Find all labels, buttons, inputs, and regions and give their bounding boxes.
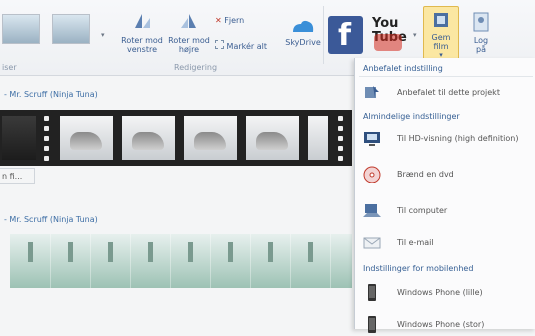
frame-content	[68, 242, 73, 262]
select-all-icon	[215, 40, 224, 49]
menu-item-label: Til e-mail	[397, 238, 434, 247]
menu-item-recommended[interactable]: Anbefalet til dette projekt	[363, 82, 533, 104]
save-movie-menu: Anbefalet indstilling Anbefalet til dett…	[354, 58, 535, 333]
sprocket-hole	[338, 146, 343, 151]
save-movie-button[interactable]: Gem film ▾	[423, 6, 459, 64]
film-icon	[434, 13, 448, 27]
hd-display-icon	[364, 132, 380, 146]
menu-item-windows-phone-large[interactable]: Windows Phone (stor)	[363, 314, 533, 336]
video-frame	[170, 234, 211, 288]
log-on-button[interactable]: Log på	[465, 6, 497, 54]
frame-content	[148, 242, 153, 262]
menu-item-label: Til computer	[397, 206, 448, 215]
facebook-button[interactable]: f	[328, 16, 363, 54]
menu-item-label: Windows Phone (lille)	[397, 288, 483, 297]
video-track-filmstrip[interactable]	[0, 110, 352, 166]
frame-content	[194, 132, 226, 150]
menu-item-windows-phone-small[interactable]: Windows Phone (lille)	[363, 282, 533, 304]
video-frame	[10, 234, 51, 288]
sprocket-hole	[338, 126, 343, 131]
left-group-label: iser	[2, 63, 17, 72]
sprocket-hole	[44, 126, 49, 131]
sprocket-hole	[44, 146, 49, 151]
dvd-disc-icon	[363, 166, 381, 183]
menu-item-label: Til HD-visning (high definition)	[397, 134, 519, 143]
track2-title: - Mr. Scruff (Ninja Tuna)	[4, 215, 98, 224]
menu-item-hd[interactable]: Til HD-visning (high definition)	[363, 128, 533, 150]
sprocket-hole	[338, 156, 343, 161]
track1-title: - Mr. Scruff (Ninja Tuna)	[4, 90, 98, 99]
video-frame	[50, 234, 91, 288]
frame-content	[256, 132, 288, 150]
video-frame	[290, 234, 331, 288]
sprocket-hole	[338, 116, 343, 121]
ribbon-separator	[323, 6, 324, 64]
menu-divider	[359, 76, 533, 77]
rotate-left-button[interactable]: Roter mod venstre	[118, 10, 166, 54]
skydrive-icon	[293, 20, 314, 32]
track1-caption-box	[0, 168, 35, 184]
sprocket-hole	[44, 116, 49, 121]
sprocket-hole	[44, 156, 49, 161]
rotate-right-label: Roter mod højre	[168, 36, 210, 54]
menu-item-label: Windows Phone (stor)	[397, 320, 485, 329]
theme-thumbnail-1[interactable]	[2, 14, 40, 44]
remove-icon: ✕	[215, 16, 222, 25]
remove-button[interactable]: ✕ Fjern	[215, 16, 244, 25]
menu-item-label: Anbefalet til dette projekt	[397, 88, 500, 97]
log-on-label: Log på	[473, 36, 489, 54]
rotate-left-label: Roter mod venstre	[121, 36, 163, 54]
phone-icon	[368, 284, 376, 301]
video-frame	[250, 234, 291, 288]
select-all-label: Markér alt	[226, 42, 268, 51]
mobile-header: Indstillinger for mobilenhed	[363, 264, 474, 273]
video-frame	[308, 116, 328, 160]
remove-label: Fjern	[224, 16, 245, 25]
video-track-2[interactable]	[10, 234, 352, 288]
frame-content	[132, 132, 164, 150]
sprocket-hole	[44, 136, 49, 141]
recommended-icon	[365, 86, 379, 98]
email-icon	[363, 237, 381, 249]
frame-content	[70, 132, 102, 150]
video-frame	[184, 116, 237, 160]
computer-icon	[363, 204, 381, 217]
rotate-right-button[interactable]: Roter mod højre	[166, 10, 212, 54]
youtube-red-box	[374, 34, 402, 51]
general-header: Almindelige indstillinger	[363, 112, 460, 121]
video-frame	[210, 234, 251, 288]
phone-icon	[368, 316, 376, 333]
frame-content	[228, 242, 233, 262]
recommended-header: Anbefalet indstilling	[363, 64, 443, 73]
user-icon	[473, 12, 489, 32]
menu-item-email[interactable]: Til e-mail	[363, 232, 533, 254]
sprocket-hole	[338, 136, 343, 141]
frame-content	[108, 242, 113, 262]
youtube-button[interactable]: You Tube	[371, 15, 407, 55]
frame-content	[188, 242, 193, 262]
frame-content	[308, 242, 313, 262]
video-frame	[122, 116, 175, 160]
skydrive-label: SkyDrive	[285, 38, 321, 47]
rotate-right-icon	[181, 14, 196, 28]
rotate-left-icon	[135, 14, 150, 28]
video-frame	[246, 116, 299, 160]
video-frame	[90, 234, 131, 288]
share-gallery-dropdown[interactable]: ▾	[413, 31, 417, 39]
frame-content	[28, 242, 33, 262]
video-frame	[60, 116, 113, 160]
themes-gallery-dropdown[interactable]: ▾	[101, 31, 105, 39]
skydrive-button[interactable]: SkyDrive	[283, 18, 323, 47]
select-all-button[interactable]: Markér alt	[215, 40, 267, 51]
frame-content	[268, 242, 273, 262]
facebook-icon: f	[338, 18, 352, 53]
video-frame	[2, 116, 36, 160]
video-frame	[130, 234, 171, 288]
edit-group-label: Redigering	[174, 63, 218, 72]
theme-thumbnail-2[interactable]	[52, 14, 90, 44]
menu-item-computer[interactable]: Til computer	[363, 200, 533, 222]
menu-item-label: Brænd en dvd	[397, 170, 454, 179]
save-movie-label: Gem film	[431, 33, 451, 51]
menu-item-dvd[interactable]: Brænd en dvd	[363, 164, 533, 186]
